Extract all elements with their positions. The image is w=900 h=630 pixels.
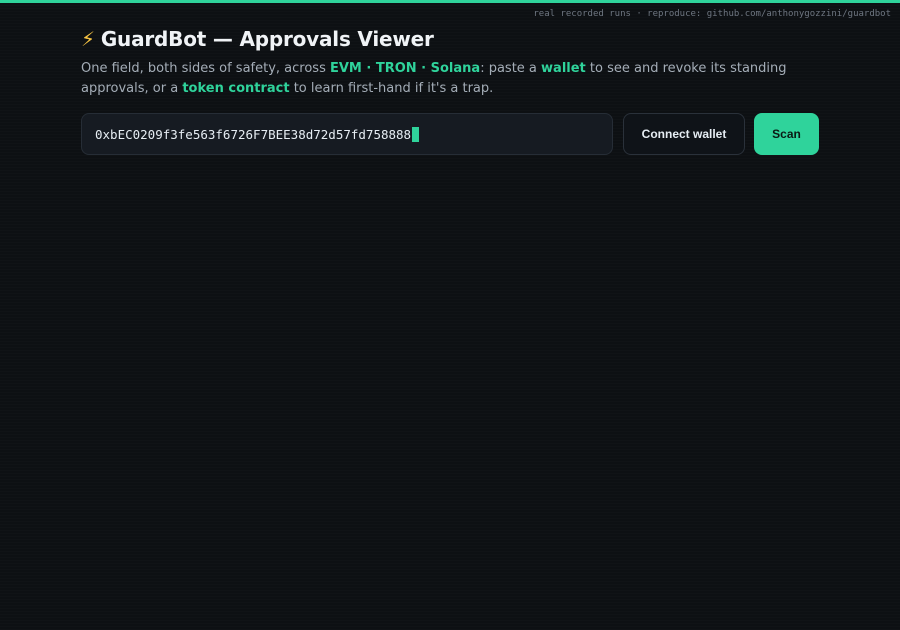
description-text: One field, both sides of safety, across [81,61,330,76]
description-text: : paste a [480,61,542,76]
page-description: One field, both sides of safety, across … [81,59,819,99]
page-title: ⚡ GuardBot — Approvals Viewer [81,25,819,53]
connect-wallet-button[interactable]: Connect wallet [623,113,745,155]
scan-button[interactable]: Scan [754,113,819,155]
text-cursor [412,126,420,142]
chains-highlight: EVM · TRON · Solana [329,61,481,76]
main-panel: ⚡ GuardBot — Approvals Viewer One field, … [81,25,819,155]
address-input-value: 0xbEC0209f3fe563f6726F7BEE38d72d57fd7588… [95,126,412,142]
page-title-text: GuardBot — Approvals Viewer [100,27,434,51]
description-text: to learn first-hand if it's a trap. [289,81,494,96]
address-input[interactable]: 0xbEC0209f3fe563f6726F7BEE38d72d57fd7588… [81,113,613,155]
lightning-bolt-icon: ⚡ [81,27,95,51]
top-accent-bar [0,0,900,3]
wallet-highlight: wallet [541,61,586,76]
source-note: real recorded runs · reproduce: github.c… [533,9,891,19]
scan-controls: 0xbEC0209f3fe563f6726F7BEE38d72d57fd7588… [81,113,819,155]
token-contract-highlight: token contract [182,81,290,96]
